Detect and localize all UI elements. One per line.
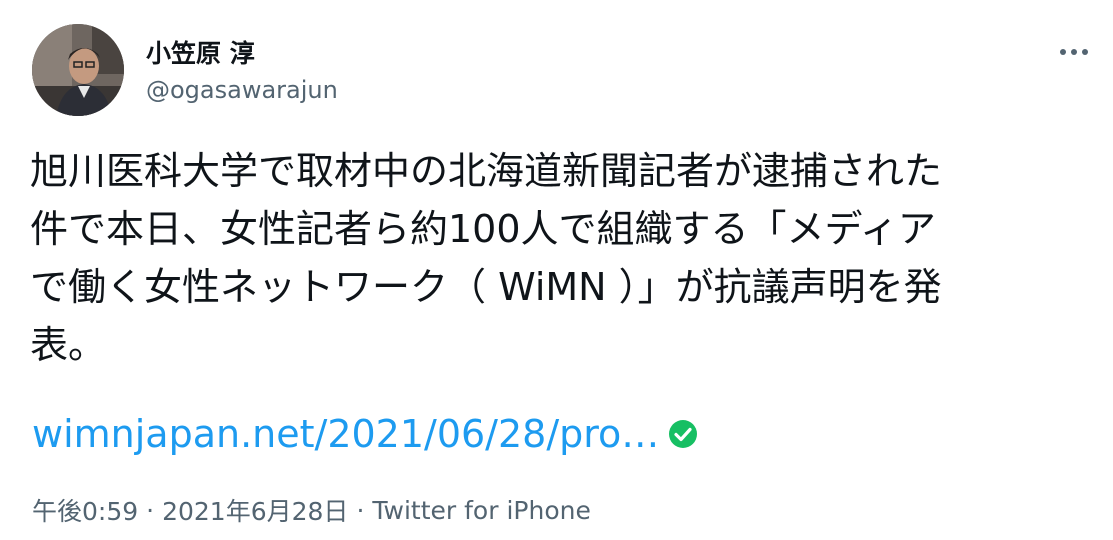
tweet-time[interactable]: 午後0:59	[32, 492, 138, 528]
display-name[interactable]: 小笠原 淳	[146, 34, 255, 70]
tweet-text-line: 表。	[30, 323, 107, 367]
tweet-metadata: 午後0:59 · 2021年6月28日 · Twitter for iPhone	[32, 492, 591, 528]
tweet-date[interactable]: 2021年6月28日	[162, 492, 348, 528]
tweet-text: 旭川医科大学で取材中の北海道新聞記者が逮捕された 件で本日、女性記者ら約100人…	[30, 142, 1090, 374]
tweet-source[interactable]: Twitter for iPhone	[372, 496, 590, 525]
separator: ·	[146, 495, 155, 525]
user-handle[interactable]: @ogasawarajun	[146, 76, 338, 104]
more-horizontal-icon	[1060, 49, 1088, 55]
avatar[interactable]	[32, 24, 124, 116]
tweet-text-line: 旭川医科大学で取材中の北海道新聞記者が逮捕された	[30, 149, 943, 193]
separator: ·	[356, 495, 365, 525]
tweet-link-row: wimnjapan.net/2021/06/28/pro…	[32, 412, 699, 456]
tweet-text-line: 件で本日、女性記者ら約100人で組織する「メディア	[30, 207, 936, 251]
green-check-icon	[667, 418, 699, 450]
more-options-button[interactable]	[1052, 34, 1096, 70]
tweet-text-line: で働く女性ネットワーク（ WiMN ）」が抗議声明を発	[30, 265, 942, 309]
tweet-card: 小笠原 淳 @ogasawarajun 旭川医科大学で取材中の北海道新聞記者が逮…	[0, 0, 1113, 540]
tweet-link[interactable]: wimnjapan.net/2021/06/28/pro…	[32, 412, 659, 456]
